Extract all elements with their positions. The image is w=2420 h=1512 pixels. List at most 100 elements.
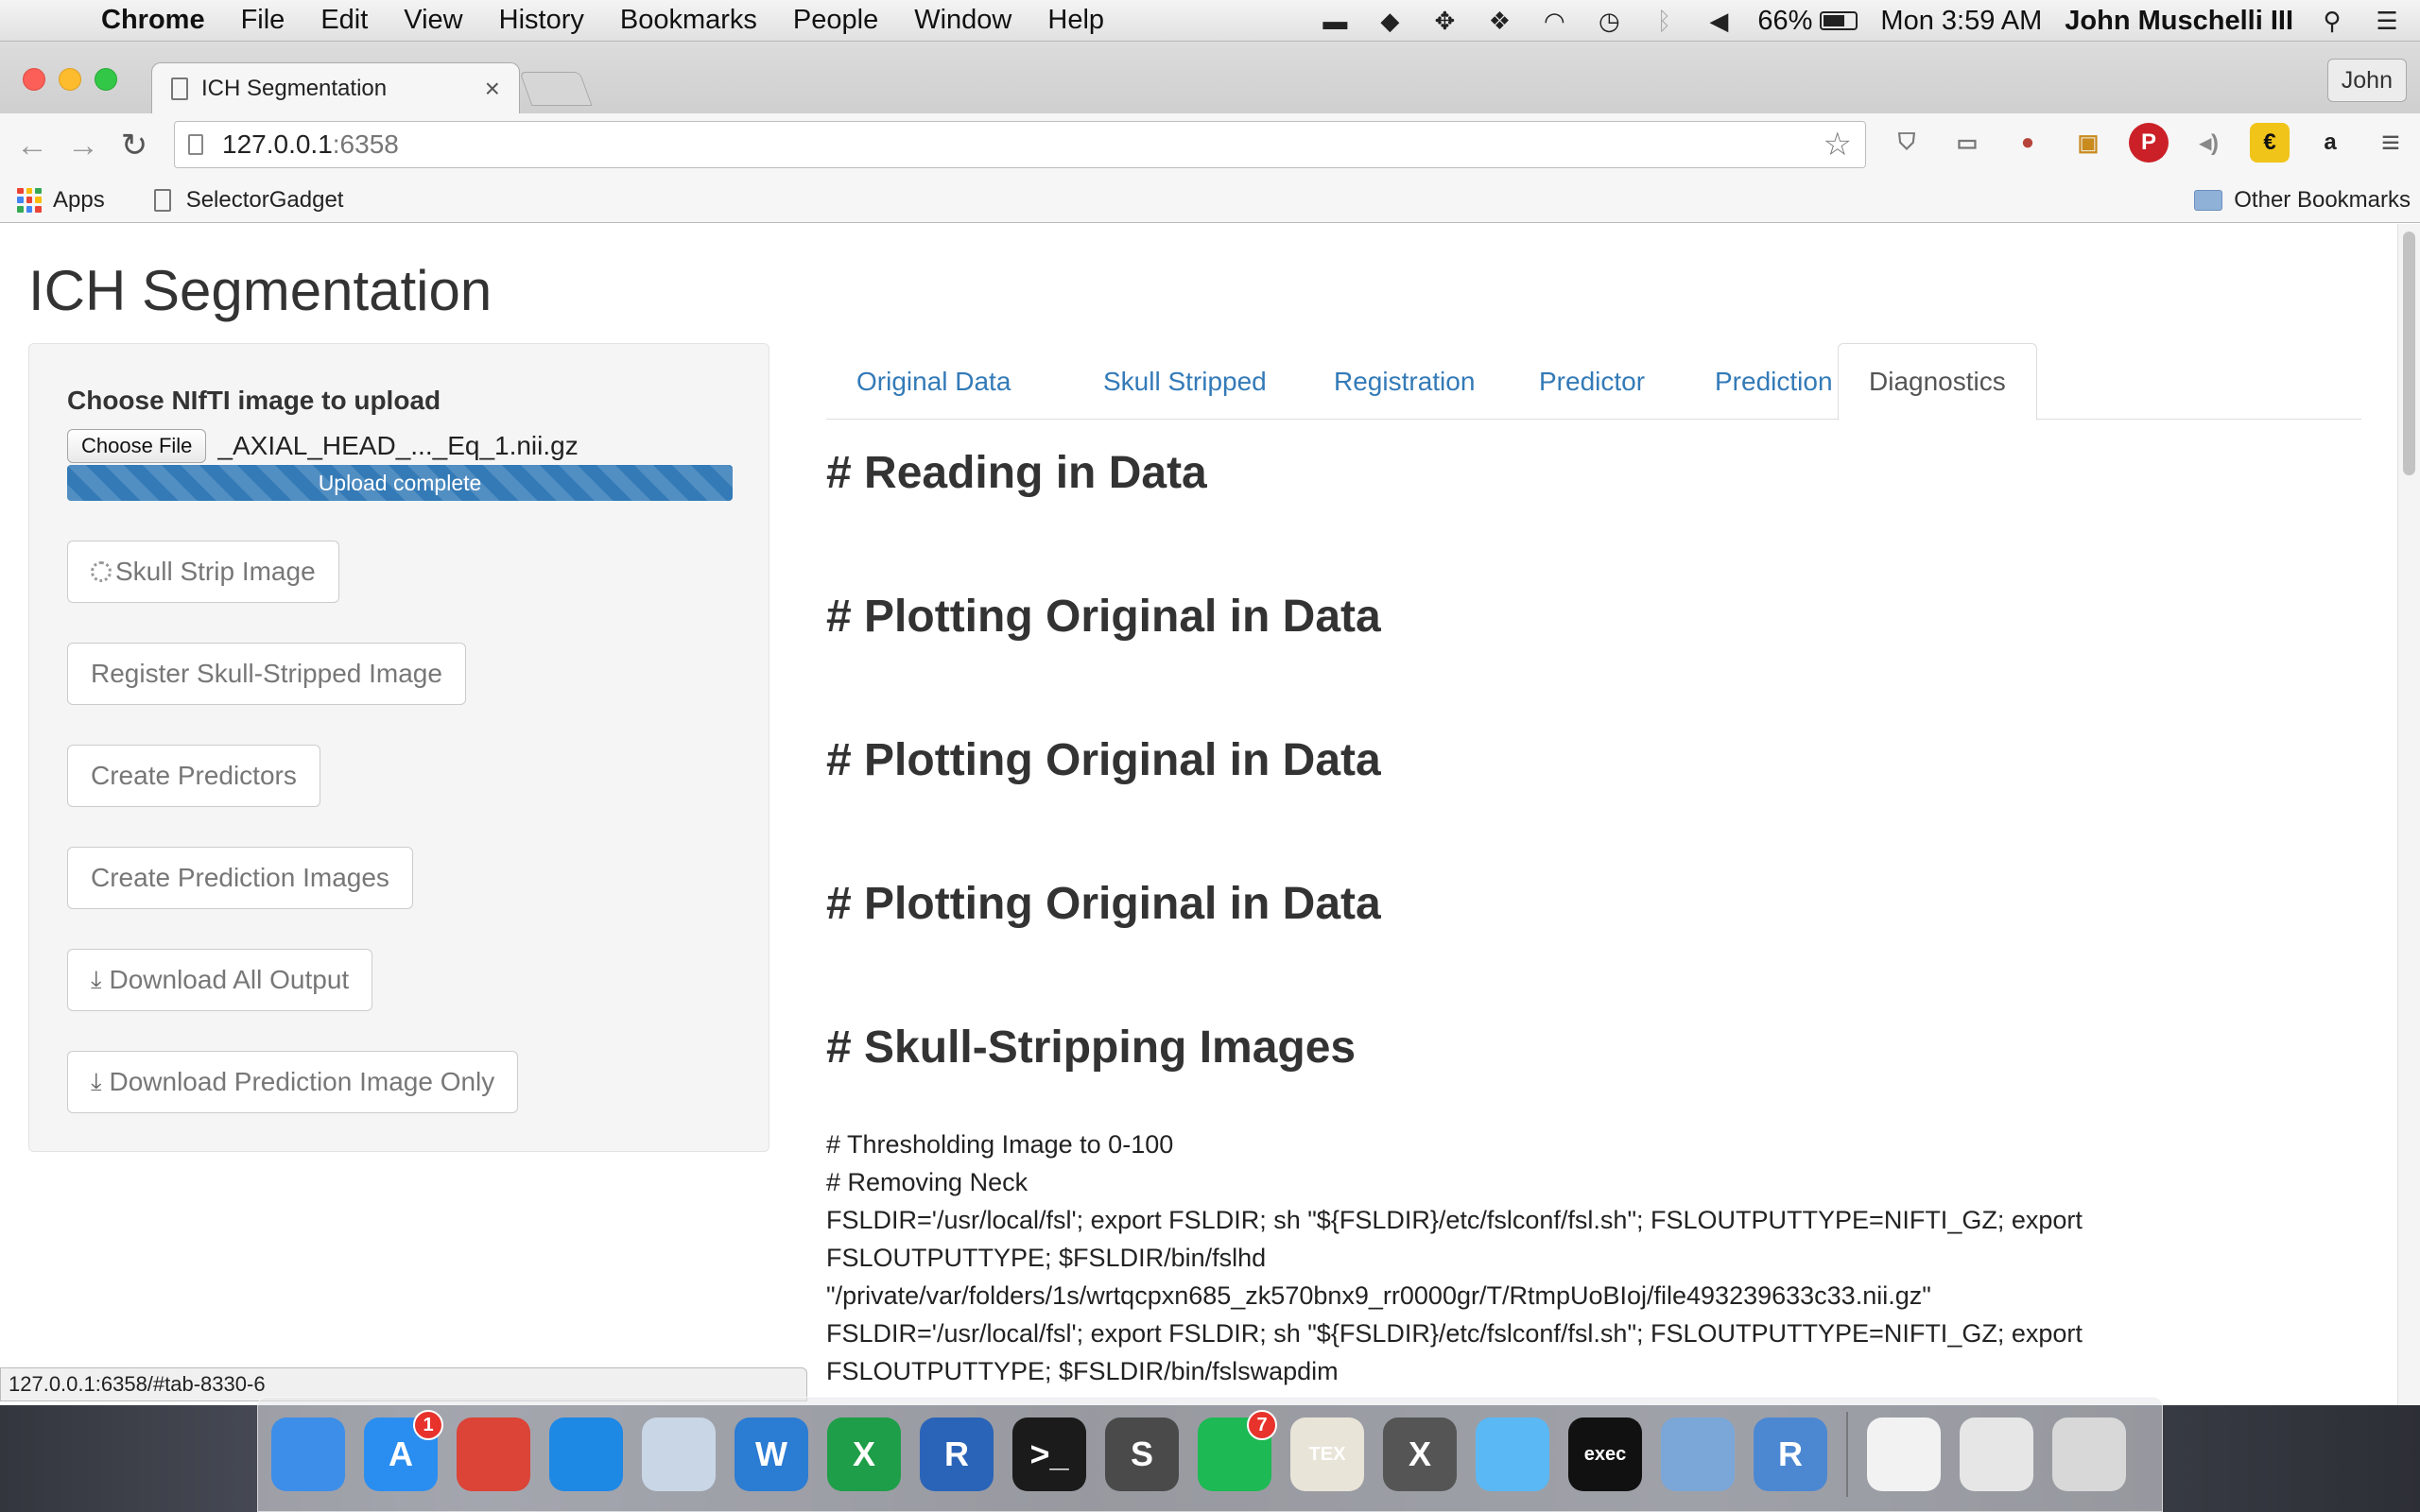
- word-icon[interactable]: W: [735, 1418, 808, 1491]
- safari-icon[interactable]: [549, 1418, 623, 1491]
- x11-icon[interactable]: X: [1383, 1418, 1457, 1491]
- tex-icon[interactable]: TEX: [1290, 1418, 1364, 1491]
- browser-tab[interactable]: ICH Segmentation ×: [151, 62, 520, 113]
- notification-badge: 1: [413, 1410, 443, 1440]
- apps-icon[interactable]: [17, 187, 42, 213]
- heading-plotting-original-2: # Plotting Original in Data: [826, 735, 1381, 785]
- bookmark-star-icon[interactable]: ☆: [1824, 126, 1852, 163]
- move-icon[interactable]: ✥: [1428, 7, 1461, 35]
- log-line: "/private/var/folders/1s/wrtqcpxn685_zk5…: [826, 1281, 1931, 1310]
- rstudio-icon[interactable]: R: [1754, 1418, 1827, 1491]
- battery-level-fill: [1824, 15, 1844, 26]
- trash-icon[interactable]: [2052, 1418, 2126, 1491]
- menu-chrome[interactable]: Chrome: [83, 5, 223, 36]
- log-line: # Removing Neck: [826, 1168, 1028, 1196]
- bookmark-apps[interactable]: Apps: [53, 187, 105, 214]
- page-favicon-icon: [171, 77, 188, 100]
- page-info-icon[interactable]: [188, 134, 203, 155]
- zoom-window-button[interactable]: [95, 68, 117, 91]
- exec-icon[interactable]: exec: [1568, 1418, 1642, 1491]
- battery-indicator[interactable]: 66%: [1757, 6, 1858, 37]
- clipboard-icon[interactable]: ▣: [2068, 123, 2108, 163]
- terminal-icon[interactable]: >_: [1012, 1418, 1086, 1491]
- tab-skull-stripped[interactable]: Skull Stripped: [1073, 343, 1297, 420]
- tomato-icon[interactable]: ●: [2008, 123, 2048, 163]
- page-scrollbar[interactable]: [2397, 224, 2420, 1405]
- forward-arrow-icon[interactable]: →: [64, 127, 102, 164]
- heading-skull-stripping: # Skull-Stripping Images: [826, 1022, 1357, 1073]
- back-arrow-icon[interactable]: ←: [13, 127, 51, 164]
- new-tab-button[interactable]: [519, 72, 593, 106]
- battery-icon: [1820, 11, 1858, 30]
- chrome-menu-icon[interactable]: ≡: [2371, 123, 2411, 163]
- chrome-icon[interactable]: [457, 1418, 530, 1491]
- excel-glyph: X: [852, 1435, 875, 1473]
- menu-history[interactable]: History: [481, 5, 602, 36]
- menu-view[interactable]: View: [386, 5, 480, 36]
- display-icon[interactable]: ▬: [1319, 7, 1351, 35]
- tab-diagnostics[interactable]: Diagnostics: [1838, 343, 2037, 421]
- menu-file[interactable]: File: [223, 5, 303, 36]
- bookmarks-bar: Apps SelectorGadget Other Bookmarks: [0, 178, 2420, 223]
- create-prediction-images-button[interactable]: Create Prediction Images: [67, 847, 413, 909]
- bookmark-page-icon: [153, 188, 171, 212]
- tab-registration[interactable]: Registration: [1304, 343, 1505, 420]
- other-bookmarks[interactable]: Other Bookmarks: [2194, 187, 2411, 214]
- menu-bookmarks[interactable]: Bookmarks: [602, 5, 775, 36]
- address-bar[interactable]: 127.0.0.1:6358 ☆: [174, 121, 1866, 168]
- dropbox-icon[interactable]: ❖: [1483, 7, 1515, 35]
- skull-strip-button[interactable]: Skull Strip Image: [67, 541, 339, 603]
- notification-center-icon[interactable]: ☰: [2371, 7, 2403, 35]
- excel-icon[interactable]: X: [827, 1418, 901, 1491]
- evernote-status-icon[interactable]: ◆: [1374, 7, 1406, 35]
- tab-predictor[interactable]: Predictor: [1509, 343, 1675, 420]
- choose-file-button[interactable]: Choose File: [67, 429, 207, 463]
- profile-button[interactable]: John: [2326, 59, 2407, 102]
- register-button[interactable]: Register Skull-Stripped Image: [67, 643, 466, 705]
- ublock-icon[interactable]: ⛉: [1887, 123, 1927, 163]
- tab-original-data[interactable]: Original Data: [826, 343, 1041, 420]
- spotify-icon[interactable]: 7: [1198, 1410, 1277, 1491]
- r-app-icon[interactable]: R: [920, 1418, 994, 1491]
- upload-progress-bar: Upload complete: [67, 465, 733, 501]
- scrollbar-thumb[interactable]: [2403, 232, 2415, 475]
- document-icon[interactable]: [1867, 1418, 1941, 1491]
- downloads-stack-icon[interactable]: [1960, 1418, 2033, 1491]
- user-menu[interactable]: John Muschelli III: [2065, 6, 2293, 37]
- menu-window[interactable]: Window: [896, 5, 1029, 36]
- bookmark-selectorgadget[interactable]: SelectorGadget: [186, 187, 344, 214]
- log-line: FSLDIR='/usr/local/fsl'; export FSLDIR; …: [826, 1319, 2083, 1348]
- audio-icon[interactable]: ◂): [2189, 123, 2229, 163]
- evernote-icon[interactable]: €: [2250, 123, 2290, 163]
- reload-icon[interactable]: ↻: [115, 127, 153, 164]
- finder-icon[interactable]: [271, 1418, 345, 1491]
- photos-icon[interactable]: [1661, 1418, 1735, 1491]
- menu-help[interactable]: Help: [1029, 5, 1122, 36]
- menu-people[interactable]: People: [775, 5, 896, 36]
- menu-edit[interactable]: Edit: [302, 5, 386, 36]
- x11-glyph: X: [1408, 1435, 1431, 1473]
- time-machine-icon[interactable]: ◷: [1593, 7, 1625, 35]
- amazon-icon[interactable]: a: [2310, 123, 2350, 163]
- download-all-output-button[interactable]: ⤓ Download All Output: [67, 949, 373, 1011]
- close-window-button[interactable]: [23, 68, 45, 91]
- cast-icon[interactable]: ▭: [1947, 123, 1987, 163]
- dock-separator: [1846, 1412, 1848, 1497]
- minimize-window-button[interactable]: [59, 68, 81, 91]
- app-store-icon[interactable]: A1: [364, 1410, 443, 1491]
- volume-icon[interactable]: ◀: [1703, 7, 1735, 35]
- pinterest-icon[interactable]: P: [2129, 123, 2169, 163]
- create-predictors-button[interactable]: Create Predictors: [67, 745, 320, 807]
- tab-close-icon[interactable]: ×: [485, 74, 500, 104]
- preview-icon[interactable]: [642, 1418, 716, 1491]
- download-prediction-button[interactable]: ⤓ Download Prediction Image Only: [67, 1051, 519, 1113]
- clock[interactable]: Mon 3:59 AM: [1880, 6, 2042, 37]
- tab-prediction[interactable]: Prediction: [1685, 343, 1863, 420]
- messages-icon[interactable]: [1476, 1418, 1549, 1491]
- bluetooth-icon[interactable]: ᛒ: [1648, 7, 1680, 35]
- tex-glyph: TEX: [1308, 1443, 1346, 1465]
- spotlight-icon[interactable]: ⚲: [2316, 7, 2348, 35]
- wifi-icon[interactable]: ◠: [1538, 7, 1570, 35]
- sublime-icon[interactable]: S: [1105, 1418, 1179, 1491]
- log-line: FSLOUTPUTTYPE; $FSLDIR/bin/fslhd: [826, 1244, 1267, 1272]
